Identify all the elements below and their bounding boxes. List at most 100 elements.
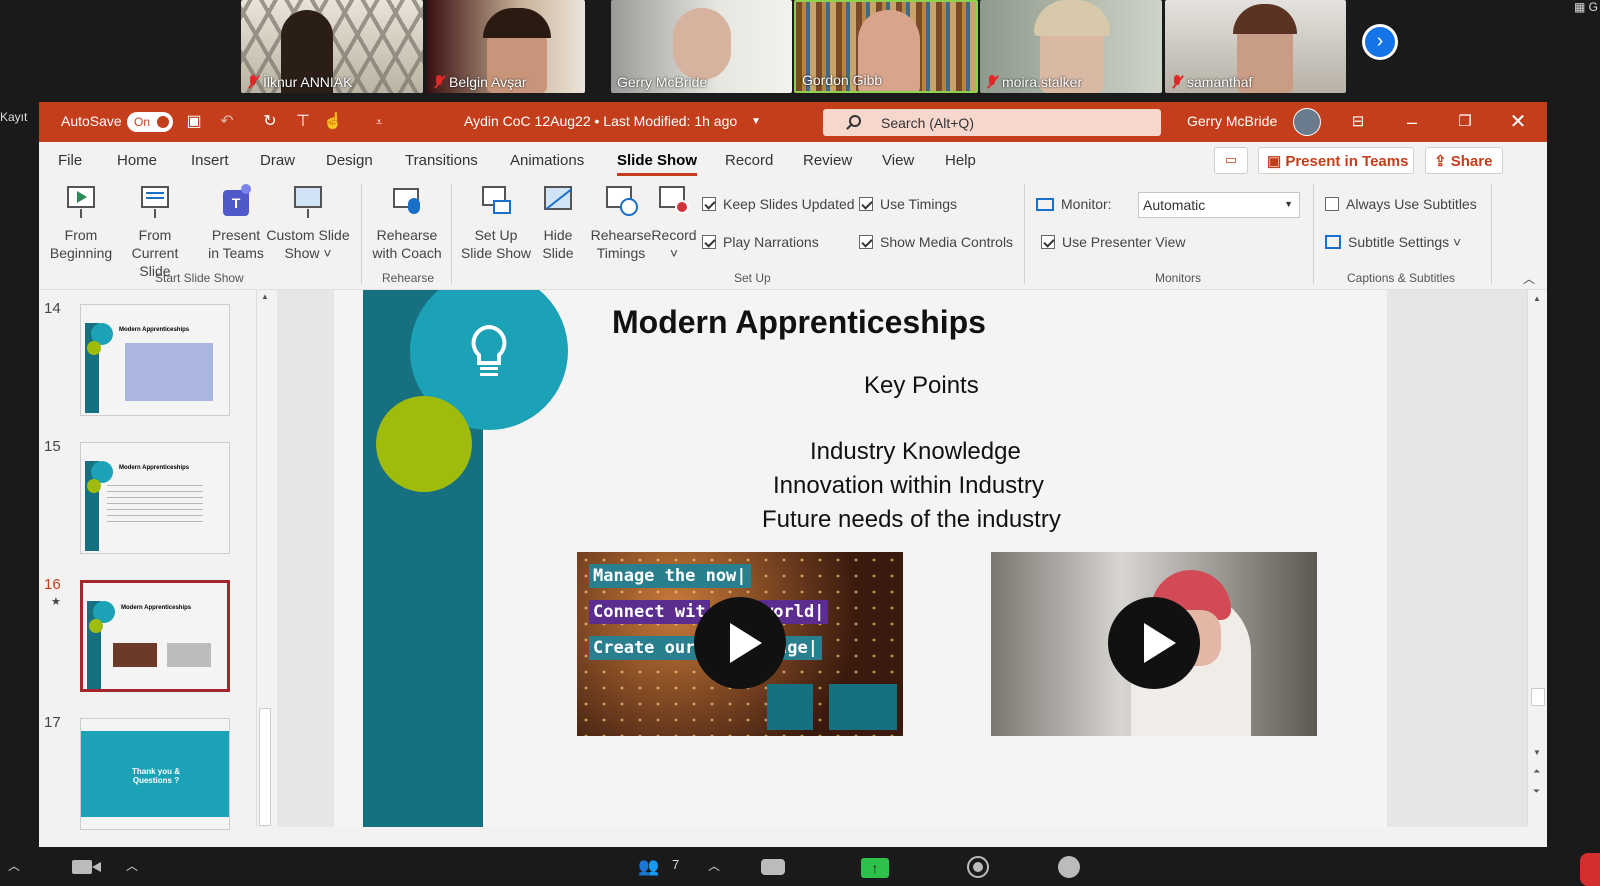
participant-tile[interactable]: moira.stalker <box>980 0 1162 93</box>
divider <box>1313 184 1314 284</box>
scroll-up-icon[interactable]: ▲ <box>1533 294 1541 303</box>
rehearse-with-coach-button[interactable]: Rehearse with Coach <box>367 184 447 262</box>
chevron-up-icon[interactable]: ︿ <box>708 857 720 874</box>
scroll-up-icon[interactable]: ▲ <box>261 292 269 301</box>
from-beginning-button[interactable]: From Beginning <box>49 184 113 262</box>
share-button[interactable]: ⇪ Share <box>1425 147 1503 174</box>
custom-show-icon <box>291 184 325 220</box>
tab-draw[interactable]: Draw <box>260 152 295 169</box>
participants-count: 7 <box>672 857 680 872</box>
timer-icon <box>604 184 638 220</box>
close-icon[interactable]: ✕ <box>1506 110 1530 134</box>
chevron-down-icon[interactable]: ▼ <box>751 116 761 127</box>
reactions-icon[interactable] <box>1058 856 1080 878</box>
participant-tile[interactable]: İlknur ANNIAK <box>241 0 423 93</box>
restore-icon[interactable]: ❐ <box>1453 110 1477 134</box>
subtitle-settings-button[interactable]: Subtitle Settings ˅ <box>1325 234 1461 250</box>
previous-slide-icon[interactable]: ⏶ <box>1533 766 1540 777</box>
slide-subtitle: Key Points <box>864 372 979 399</box>
tab-help[interactable]: Help <box>945 152 976 169</box>
slide-thumbnail[interactable]: Thank you & Questions ? <box>80 718 230 830</box>
mic-muted-icon <box>1171 75 1183 89</box>
hide-slide-button[interactable]: Hide Slide <box>535 184 581 262</box>
participant-name: Gerry McBride <box>617 74 708 90</box>
play-icon[interactable] <box>1108 597 1200 689</box>
autosave-toggle[interactable]: On <box>127 112 173 132</box>
slide-thumbnail[interactable]: Modern Apprenticeships <box>80 304 230 416</box>
participants-icon[interactable]: 👥 <box>638 857 659 877</box>
divider <box>1491 184 1492 284</box>
tab-record[interactable]: Record <box>725 152 773 169</box>
thumbnails-scrollbar[interactable]: ▲ <box>256 290 274 827</box>
slide-number: 16 <box>44 576 61 593</box>
video-kitchen[interactable] <box>991 552 1317 736</box>
participant-tile[interactable]: Belgin Avşar <box>427 0 585 93</box>
customize-toolbar-icon[interactable]: ⩡ <box>369 112 389 132</box>
document-title[interactable]: Aydin CoC 12Aug22 • Last Modified: 1h ag… <box>464 113 737 129</box>
play-icon[interactable] <box>694 597 786 689</box>
autosave-label: AutoSave <box>61 113 122 129</box>
next-page-button[interactable]: › <box>1362 24 1398 60</box>
play-narrations-checkbox[interactable]: Play Narrations <box>702 234 819 250</box>
video-lanterns[interactable]: Manage the now| Connect wit world| Creat… <box>577 552 903 736</box>
keep-slides-updated-checkbox[interactable]: Keep Slides Updated <box>702 196 855 212</box>
slide-thumbnail[interactable]: Modern Apprenticeships <box>80 442 230 554</box>
touch-mode-icon[interactable]: ☝ <box>323 112 343 132</box>
from-current-slide-button[interactable]: From Current Slide <box>115 184 195 280</box>
collapse-ribbon-icon[interactable]: ︿ <box>1523 270 1535 287</box>
set-up-slide-show-button[interactable]: Set Up Slide Show <box>459 184 533 262</box>
custom-slide-show-button[interactable]: Custom Slide Show ˅ <box>265 184 351 262</box>
save-icon[interactable]: ▣ <box>184 112 204 132</box>
video-camera-icon[interactable] <box>72 860 101 874</box>
chevron-up-icon[interactable]: ︿ <box>126 857 138 874</box>
redo-icon[interactable]: ↻ <box>260 112 280 132</box>
tab-transitions[interactable]: Transitions <box>405 152 478 169</box>
record-button[interactable]: Record ˅ <box>651 184 697 262</box>
slide-number: 14 <box>44 300 61 317</box>
avatar[interactable] <box>1293 108 1321 136</box>
tab-review[interactable]: Review <box>803 152 852 169</box>
tab-insert[interactable]: Insert <box>191 152 229 169</box>
mic-muted-icon <box>247 75 259 89</box>
scroll-down-icon[interactable]: ▼ <box>1533 748 1541 757</box>
minimize-icon[interactable]: – <box>1400 110 1424 134</box>
use-timings-checkbox[interactable]: Use Timings <box>859 196 957 212</box>
user-name[interactable]: Gerry McBride <box>1187 113 1277 129</box>
slide-thumbnail-selected[interactable]: Modern Apprenticeships <box>80 580 230 692</box>
group-label: Start Slide Show <box>155 271 244 285</box>
next-slide-icon[interactable]: ⏷ <box>1533 786 1540 797</box>
search-input[interactable]: Search (Alt+Q) <box>823 109 1161 136</box>
chevron-up-icon[interactable]: ︿ <box>8 857 20 874</box>
tab-animations[interactable]: Animations <box>510 152 584 169</box>
comments-button[interactable]: ▭ <box>1214 147 1248 174</box>
chevron-right-icon: › <box>1365 27 1395 57</box>
show-media-controls-checkbox[interactable]: Show Media Controls <box>859 234 1013 250</box>
record-icon[interactable] <box>967 856 989 878</box>
tab-home[interactable]: Home <box>117 152 157 169</box>
participant-tile[interactable]: Gerry McBride <box>611 0 792 93</box>
undo-icon[interactable]: ↶ <box>217 112 237 132</box>
slide[interactable]: Modern Apprenticeships Key Points Indust… <box>334 290 1387 827</box>
monitor-select[interactable]: Automatic ▼ <box>1138 192 1300 218</box>
gallery-view-label[interactable]: ▦ G <box>1574 0 1598 14</box>
ribbon-display-icon[interactable]: ⊟ <box>1346 110 1370 134</box>
tab-view[interactable]: View <box>882 152 914 169</box>
tab-design[interactable]: Design <box>326 152 373 169</box>
presenter-icon[interactable]: ⊤ <box>293 112 313 132</box>
participant-tile[interactable]: Gordon Gibb <box>794 0 978 93</box>
use-presenter-view-checkbox[interactable]: Use Presenter View <box>1041 234 1185 250</box>
teams-icon: ▣ <box>1267 153 1286 170</box>
tab-slide-show[interactable]: Slide Show <box>617 152 698 176</box>
chat-icon[interactable] <box>761 859 785 875</box>
scroll-thumb[interactable] <box>1531 688 1545 706</box>
scroll-thumb[interactable] <box>259 708 271 826</box>
participant-name: Gordon Gibb <box>802 72 883 88</box>
always-use-subtitles-checkbox[interactable]: Always Use Subtitles <box>1325 196 1477 212</box>
slide-scrollbar[interactable]: ▲ ▼ ⏶ ⏷ <box>1527 290 1547 827</box>
present-in-teams-button[interactable]: ▣ Present in Teams <box>1258 147 1414 174</box>
rehearse-timings-button[interactable]: Rehearse Timings <box>589 184 653 262</box>
present-in-teams-ribbon-button[interactable]: T Present in Teams <box>205 184 267 262</box>
share-screen-icon[interactable]: ↑ <box>861 858 889 878</box>
tab-file[interactable]: File <box>58 152 82 169</box>
participant-tile[interactable]: samanthaf <box>1165 0 1346 93</box>
